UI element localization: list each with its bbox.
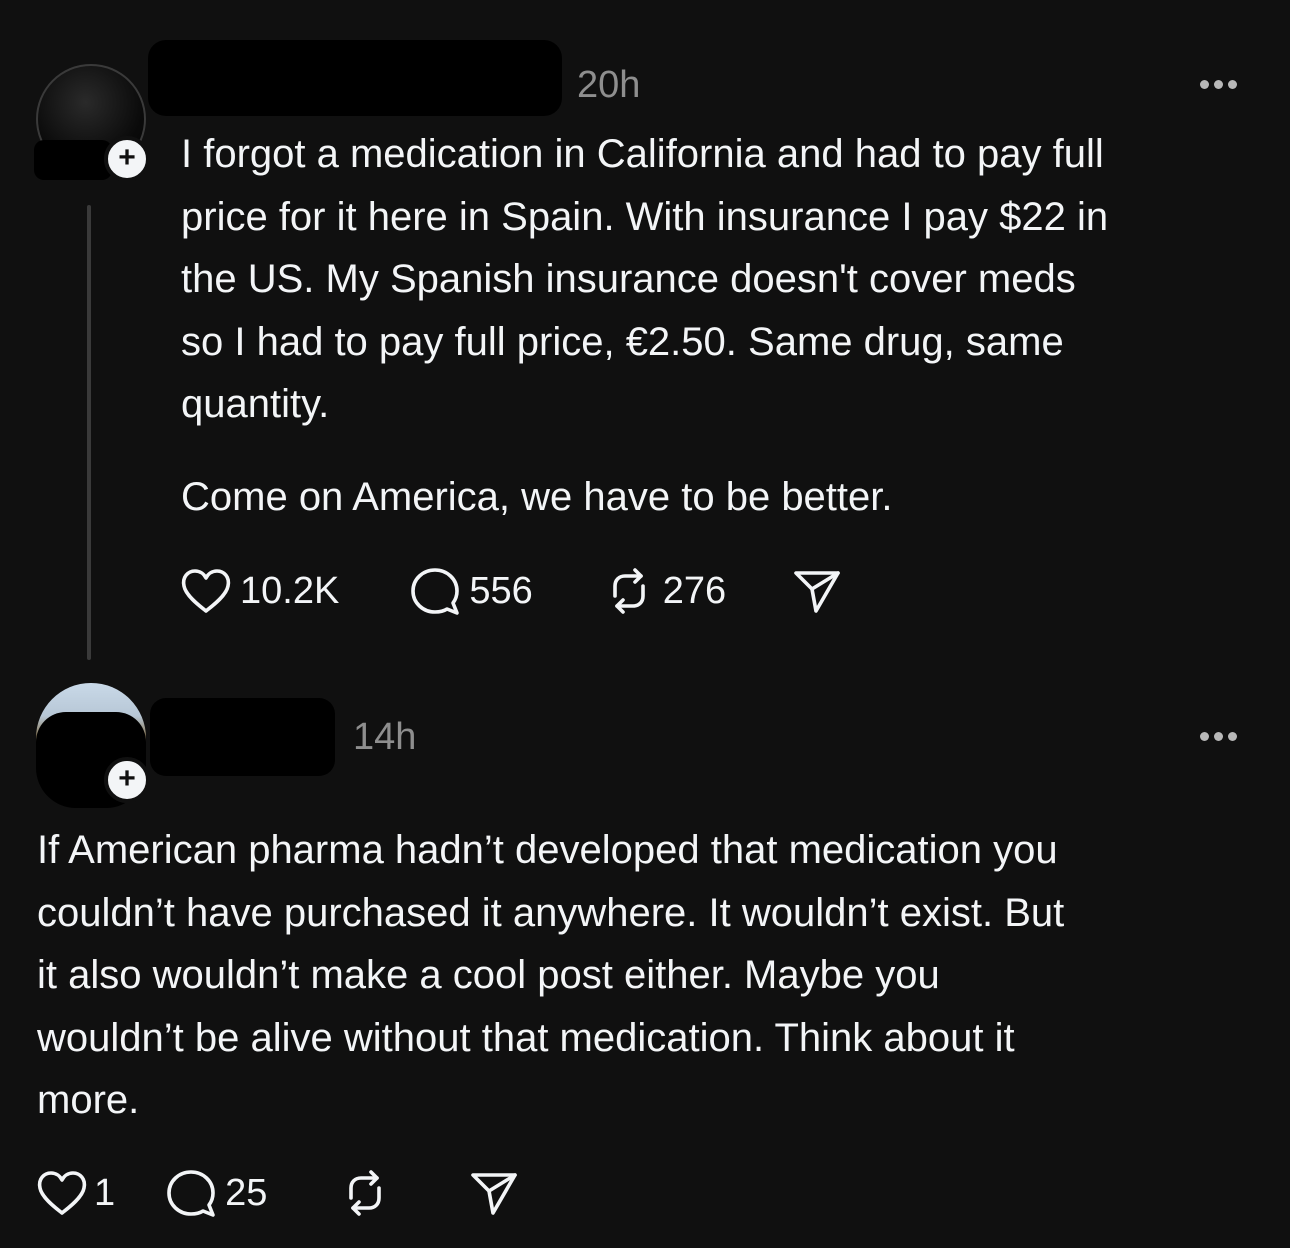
more-options-icon[interactable] [1200,80,1237,89]
repost-arrows-icon [612,568,645,614]
redacted-username[interactable] [148,40,562,116]
thread-line [87,205,91,660]
comment-bubble-icon [411,568,460,615]
like-count: 10.2K [240,569,340,612]
heart-icon [181,569,231,613]
post-timestamp: 14h [353,716,417,758]
follow-plus-icon[interactable]: + [104,136,150,182]
redacted-area [34,140,112,180]
repost-button[interactable]: 276 [603,566,726,616]
post-timestamp: 20h [577,64,641,106]
paper-plane-icon [794,571,840,613]
repost-button[interactable] [339,1168,399,1218]
repost-count: 276 [662,569,727,612]
comment-bubble-icon [167,1170,215,1217]
like-button[interactable]: 10.2K [180,567,339,615]
action-bar: 10.2K 556 276 [180,566,842,616]
redacted-username[interactable] [150,698,335,776]
action-bar: 1 25 [36,1168,519,1218]
paper-plane-icon [471,1173,518,1215]
reply-count: 25 [225,1171,268,1214]
share-button[interactable] [469,1169,519,1217]
heart-icon [37,1171,87,1215]
like-count: 1 [94,1171,116,1214]
post-body-paragraph: Come on America, we have to be better. [181,475,893,519]
post-body-paragraph: I forgot a medication in California and … [181,132,1109,426]
more-options-icon[interactable] [1200,732,1237,741]
reply-count: 556 [469,569,533,612]
repost-arrows-icon [349,1170,382,1216]
like-button[interactable]: 1 [36,1169,115,1217]
reply-button[interactable]: 25 [165,1168,267,1218]
reply-button[interactable]: 556 [409,566,533,616]
follow-plus-icon[interactable]: + [104,757,150,803]
post-body-paragraph: If American pharma hadn’t developed that… [37,828,1065,1122]
share-button[interactable] [792,567,842,615]
